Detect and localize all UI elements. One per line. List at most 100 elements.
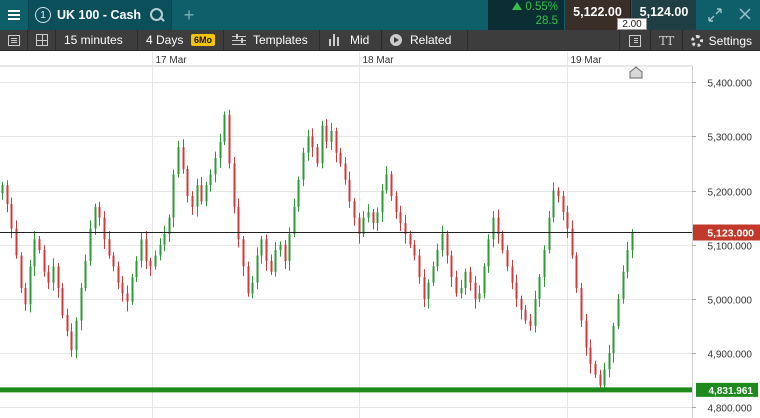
templates-label: Templates [253, 33, 308, 47]
candle-body [256, 255, 259, 283]
candle-body [228, 114, 231, 164]
candle-body [297, 179, 300, 207]
candle-body [265, 239, 268, 261]
related-button[interactable]: Related [382, 29, 468, 51]
watchlist-toggle[interactable] [0, 29, 28, 51]
candle-body [395, 195, 398, 213]
price-mode-button[interactable]: Mid [320, 29, 382, 51]
candle-body [580, 288, 583, 321]
candle-body [316, 147, 319, 164]
candle-body [409, 233, 412, 245]
candle-body [20, 255, 23, 289]
gear-icon [690, 34, 703, 47]
candle-body [423, 277, 426, 299]
instrument-name: UK 100 - Cash [57, 8, 142, 22]
candle-body [469, 271, 472, 283]
sidebar-icon [628, 34, 641, 47]
change-percent-value: 0.55% [525, 1, 558, 13]
candle-body [603, 369, 606, 386]
instrument-tab[interactable]: 1 UK 100 - Cash [28, 0, 173, 30]
candle-body [274, 250, 277, 272]
candle-body [344, 163, 347, 180]
layout-toggle[interactable] [28, 29, 56, 51]
candle-body [80, 288, 83, 321]
candle-body [70, 331, 73, 351]
add-tab-button[interactable]: + [176, 0, 202, 30]
candle-body [242, 239, 245, 267]
candle-body [413, 244, 416, 256]
candle-body [38, 239, 41, 251]
candle-body [66, 315, 69, 332]
close-icon[interactable] [738, 8, 752, 22]
candle-body [131, 277, 134, 302]
candle-body [353, 201, 356, 218]
menu-icon[interactable] [0, 0, 28, 30]
candle-body [1, 185, 4, 194]
range-label: 4 Days [146, 33, 184, 47]
candle-body [335, 130, 338, 153]
search-icon[interactable] [149, 7, 165, 23]
candle-body [362, 217, 365, 234]
candle-body [112, 255, 115, 267]
candle-body [552, 190, 555, 218]
candle-body [33, 239, 36, 267]
candle-body [288, 233, 291, 261]
price-chart[interactable]: 17 Mar 18 Mar 19 Mar 4,800.000 4,900.000 5,0… [0, 52, 760, 418]
text-size-button[interactable]: TT [651, 30, 683, 51]
list-icon [7, 34, 20, 46]
candle-body [196, 185, 199, 207]
sidebar-toggle[interactable] [618, 30, 651, 51]
candle-body [399, 212, 402, 224]
candle-body [172, 174, 175, 218]
candle-body [612, 325, 615, 354]
home-marker-icon[interactable] [629, 66, 643, 79]
candle-body [566, 212, 569, 229]
candle-body [617, 298, 620, 326]
candle-body [390, 174, 393, 196]
candle-body [94, 206, 97, 229]
candle-body [501, 233, 504, 251]
candle-body [126, 293, 129, 302]
settings-button[interactable]: Settings [683, 30, 760, 51]
candle-body [307, 136, 310, 153]
candle-body [562, 195, 565, 213]
interval-select[interactable]: 15 minutes [56, 29, 138, 51]
candle-body [450, 255, 453, 278]
candle-body [529, 320, 532, 326]
candle-body [168, 217, 171, 234]
candle-body [585, 320, 588, 348]
expand-icon[interactable] [708, 8, 722, 22]
templates-button[interactable]: Templates [224, 29, 320, 51]
change-points: 28.5 [535, 15, 558, 27]
candle-body [348, 179, 351, 202]
candle-body [474, 282, 477, 299]
candle-body [209, 174, 212, 186]
arrow-up-icon [512, 2, 523, 10]
candle-body [436, 250, 439, 267]
candle-body [460, 288, 463, 294]
candle-body [538, 277, 541, 299]
chart-canvas[interactable]: 17 Mar 18 Mar 19 Mar 4,800.000 4,900.000 5,0… [0, 52, 760, 418]
candle-body [446, 233, 449, 256]
x-tick-label: 19 Mar [571, 55, 603, 66]
y-tick-label: 5,200.000 [708, 188, 753, 199]
chart-toolbar: 15 minutes 4 Days 6Mo Templates Mid Rela… [0, 29, 760, 51]
candle-body [385, 174, 388, 191]
current-price-label: 5,123.000 [707, 228, 754, 240]
x-tick-label: 18 Mar [363, 55, 395, 66]
y-tick-label: 4,800.000 [708, 404, 753, 415]
y-tick-label: 5,100.000 [708, 242, 753, 253]
candle-body [557, 190, 560, 196]
range-select[interactable]: 4 Days 6Mo [138, 29, 224, 51]
tab-number: 1 [35, 7, 51, 23]
candle-body [191, 195, 194, 207]
text-size-icon: TT [659, 33, 674, 48]
candle-body [594, 363, 597, 375]
candle-body [520, 298, 523, 310]
candle-body [10, 204, 13, 229]
candle-body [534, 298, 537, 326]
candle-body [159, 244, 162, 256]
candle-body [455, 277, 458, 294]
candle-body [325, 125, 328, 142]
candle-body [57, 266, 60, 289]
